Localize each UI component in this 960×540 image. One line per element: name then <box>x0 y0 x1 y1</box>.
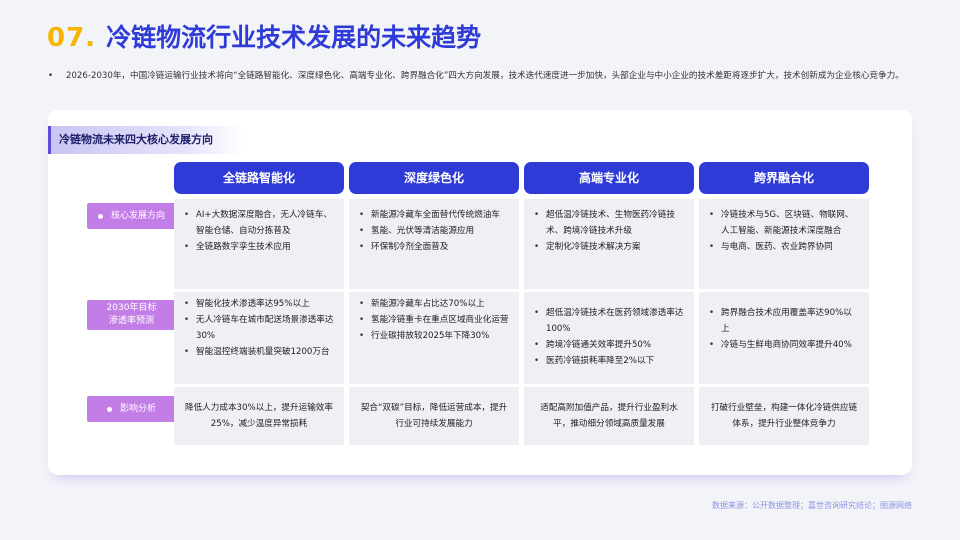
cell-impact-crossover: 打破行业壁垒，构建一体化冷链供应链体系，提升行业整体竞争力 <box>699 387 869 445</box>
cell-direction-intelligent: AI+大数据深度融合，无人冷链车、智能仓储、自动分拣普及全链路数字孪生技术应用 <box>174 199 344 289</box>
row-label-target: 2030年目标 渗透率预测 <box>87 300 176 330</box>
intro-text: 2026-2030年，中国冷链运输行业技术将向“全链路智能化、深度绿色化、高端专… <box>66 71 904 81</box>
cell-target-green: 新能源冷藏车占比达70%以上氢能冷链重卡在重点区域商业化运营行业碳排放较2025… <box>349 292 519 384</box>
bullet-dot-icon <box>97 213 103 219</box>
bullet-dot-icon <box>106 406 112 412</box>
column-header-green: 深度绿色化 <box>349 162 519 194</box>
page-title: 07. 冷链物流行业技术发展的未来趋势 <box>47 18 481 54</box>
cell-impact-green: 契合“双碳”目标，降低运营成本，提升行业可持续发展能力 <box>349 387 519 445</box>
cell-target-professional: 超低温冷链技术在医药领域渗透率达100%跨境冷链通关效率提升50%医药冷链损耗率… <box>524 292 694 384</box>
section-number: 07. <box>47 23 97 53</box>
section-tag: 冷链物流未来四大核心发展方向 <box>48 126 244 154</box>
cell-direction-crossover: 冷链技术与5G、区块链、物联网、人工智能、新能源技术深度融合与电商、医药、农业跨… <box>699 199 869 289</box>
row-label-impact: 影响分析 <box>87 396 176 422</box>
cell-target-intelligent: 智能化技术渗透率达95%以上无人冷链车在城市配送场景渗透率达30%智能温控终端装… <box>174 292 344 384</box>
bullet-icon: • <box>48 71 54 81</box>
data-source: 数据来源：公开数据整理；嘉世咨询研究结论；图源网络 <box>712 501 912 510</box>
title-text: 冷链物流行业技术发展的未来趋势 <box>106 23 482 52</box>
column-header-intelligent: 全链路智能化 <box>174 162 344 194</box>
cell-direction-professional: 超低温冷链技术、生物医药冷链技术、跨境冷链技术升级定制化冷链技术解决方案 <box>524 199 694 289</box>
column-header-crossover: 跨界融合化 <box>699 162 869 194</box>
cell-target-crossover: 跨界融合技术应用覆盖率达90%以上冷链与生鲜电商协同效率提升40% <box>699 292 869 384</box>
row-label-direction: 核心发展方向 <box>87 203 176 229</box>
column-header-professional: 高端专业化 <box>524 162 694 194</box>
cell-impact-intelligent: 降低人力成本30%以上，提升运输效率25%，减少温度异常损耗 <box>174 387 344 445</box>
cell-impact-professional: 适配高附加值产品，提升行业盈利水平，推动细分领域高质量发展 <box>524 387 694 445</box>
cell-direction-green: 新能源冷藏车全面替代传统燃油车氢能、光伏等清洁能源应用环保制冷剂全面普及 <box>349 199 519 289</box>
intro-paragraph: • 2026-2030年，中国冷链运输行业技术将向“全链路智能化、深度绿色化、高… <box>48 67 918 85</box>
